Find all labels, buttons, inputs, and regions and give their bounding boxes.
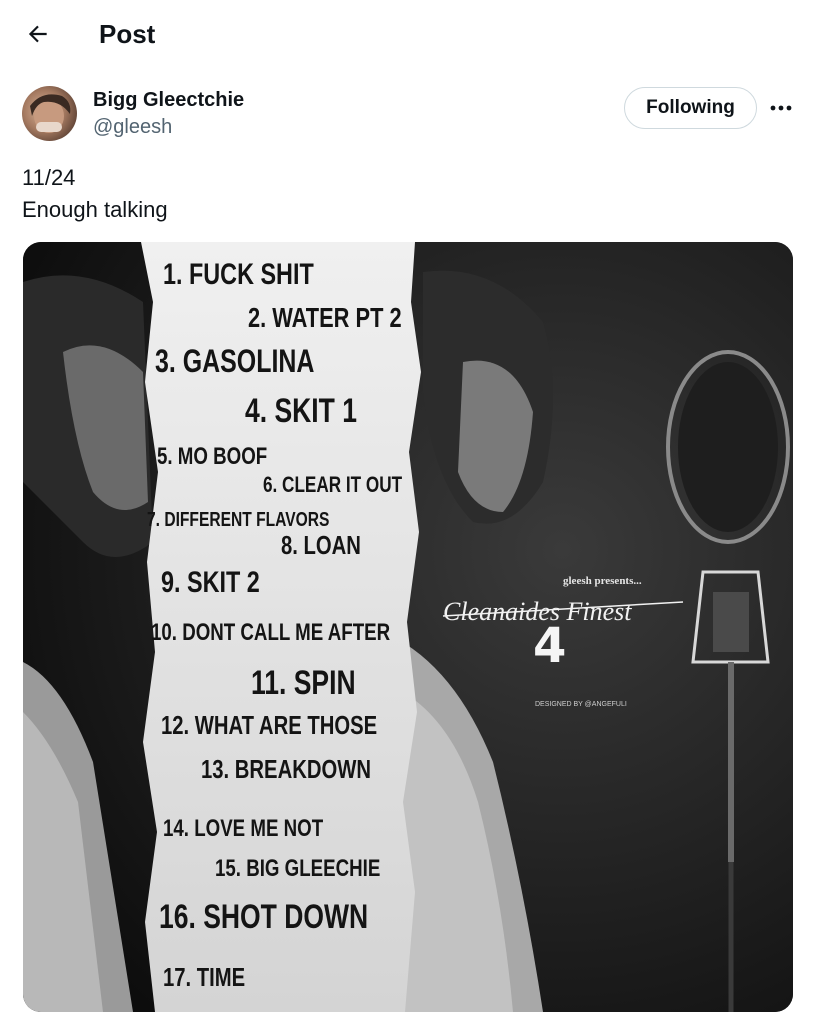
- track-title: 12. WHAT ARE THOSE: [161, 711, 377, 740]
- post-text: 11/24 Enough talking: [22, 162, 168, 226]
- track-title: 14. LOVE ME NOT: [163, 815, 323, 842]
- more-horizontal-icon: [770, 105, 792, 111]
- track-title: 17. TIME: [163, 963, 245, 992]
- track-title: 15. BIG GLEECHIE: [215, 855, 380, 882]
- track-title: 7. DIFFERENT FLAVORS: [147, 508, 329, 530]
- post-text-line: Enough talking: [22, 197, 168, 222]
- arrow-left-icon: [28, 25, 47, 43]
- track-title: 10. DONT CALL ME AFTER: [151, 619, 391, 646]
- track-title: 8. LOAN: [281, 531, 361, 560]
- track-title: 4. SKIT 1: [245, 392, 357, 430]
- track-title: 16. SHOT DOWN: [159, 898, 368, 936]
- track-title: 11. SPIN: [251, 664, 356, 702]
- track-title: 9. SKIT 2: [161, 565, 260, 598]
- back-button[interactable]: [18, 14, 58, 54]
- album-number: 4: [533, 618, 566, 674]
- track-title: 5. MO BOOF: [157, 443, 267, 470]
- avatar-image: [30, 94, 71, 133]
- author-handle[interactable]: @gleesh: [93, 115, 172, 139]
- post-text-line: 11/24: [22, 165, 76, 190]
- more-options-button[interactable]: [766, 94, 796, 122]
- post-header: Post: [0, 0, 837, 70]
- page-title: Post: [99, 19, 156, 49]
- presenter-text: gleesh presents...: [563, 575, 642, 587]
- track-title: 2. WATER PT 2: [248, 302, 402, 333]
- following-button[interactable]: Following: [624, 87, 757, 129]
- author-name[interactable]: Bigg Gleectchie: [93, 88, 244, 112]
- post-image[interactable]: gleesh presents... Cleanaides Finest 4 D…: [23, 242, 793, 1012]
- post-page: Post Bigg Gleectchie @gleesh Following 1…: [0, 0, 837, 1024]
- avatar[interactable]: [22, 86, 77, 141]
- track-title: 1. FUCK SHIT: [163, 257, 314, 290]
- designer-credit: DESIGNED BY @ANGEFULI: [535, 701, 627, 708]
- track-title: 3. GASOLINA: [155, 344, 314, 380]
- track-title: 6. CLEAR IT OUT: [263, 473, 402, 498]
- album-tracklist-art: gleesh presents... Cleanaides Finest 4 D…: [23, 242, 793, 1012]
- track-title: 13. BREAKDOWN: [201, 755, 371, 784]
